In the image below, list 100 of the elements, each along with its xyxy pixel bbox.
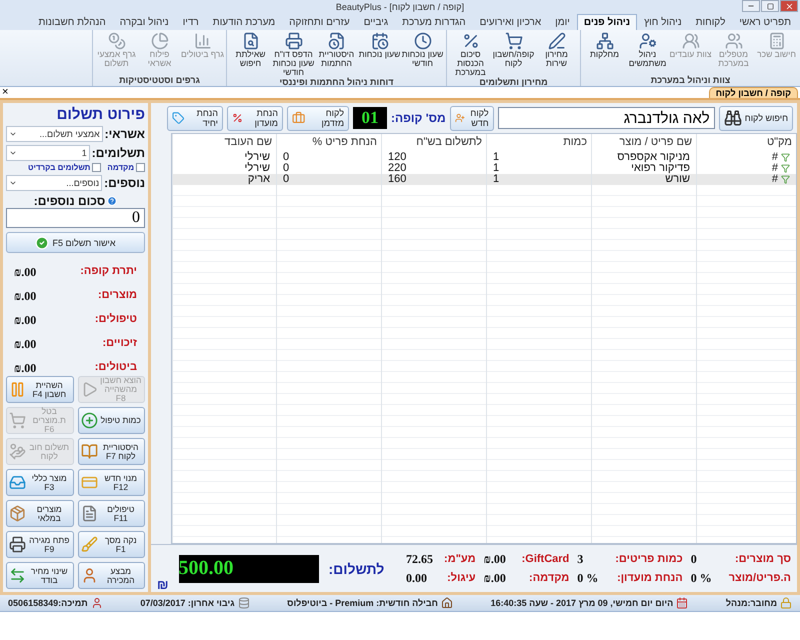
total-value: ₪.00: [14, 265, 38, 280]
cart-icon: [9, 412, 26, 429]
confirm-payment-button[interactable]: אישור תשלום F5: [6, 232, 145, 253]
action-button[interactable]: השהיית חשבון F4: [6, 376, 74, 403]
group-title: גרפים וסטטיסטיקות: [118, 75, 201, 86]
maximize-button[interactable]: [761, 0, 779, 12]
summary-label: הנחת מועדון:: [617, 572, 683, 584]
currency-sign: ₪: [157, 577, 168, 592]
document-search-icon: [242, 32, 260, 50]
ribbon-button[interactable]: הדפס דו"ח שעון נוכחות חודשי: [272, 30, 315, 77]
action-button[interactable]: היסטוריית לקוח F7: [78, 438, 145, 465]
menu-tab[interactable]: ניהול פנים: [576, 14, 638, 30]
table-cell: מניקור אקספרס: [617, 152, 690, 163]
summary-value: 0 %: [690, 570, 713, 586]
table-cell: 1: [493, 174, 500, 185]
pen-icon: [548, 32, 566, 50]
ribbon-button[interactable]: קופה/חשבון לקוח: [492, 30, 535, 77]
total-value: ₪.00: [14, 313, 38, 328]
minimize-button[interactable]: [742, 0, 760, 12]
status-text: חבילה חודשית: Premium - ביוטיפלוס: [287, 598, 438, 608]
total-display: 500.00: [178, 554, 318, 582]
table-cell: 0: [283, 152, 290, 163]
table-cell: 120: [388, 152, 406, 163]
menu-tab[interactable]: ניהול חוץ: [637, 14, 689, 30]
summary-label: סך מוצרים:: [735, 553, 791, 565]
field-label: סכום נוספים:: [34, 194, 106, 208]
calendar-icon: [676, 597, 688, 609]
search-customer-button[interactable]: חיפוש לקוח: [718, 106, 793, 130]
document-tab[interactable]: קופה / חשבון לקוח: [708, 87, 798, 98]
hierarchy-icon: [596, 32, 614, 50]
menu-tab[interactable]: יומן: [548, 14, 577, 30]
help-icon[interactable]: [107, 196, 118, 206]
toolbar-button[interactable]: הנחת מועדון: [227, 106, 283, 130]
table-cell: 1: [493, 152, 500, 163]
book-icon: [80, 443, 98, 460]
status-text: גיבוי אחרון: 07/03/2017: [140, 598, 235, 608]
action-button[interactable]: נקה מסך F1: [78, 531, 145, 558]
percent-icon: [462, 32, 480, 50]
summary-label: ה.פריט/מוצר: [728, 572, 791, 584]
ribbon-button[interactable]: שאילתת חיפוש: [229, 30, 272, 77]
field-label: תשלומים:: [92, 146, 145, 160]
customer-name-field[interactable]: לאה גולדנברג: [498, 107, 715, 129]
total-label: מוצרים:: [98, 289, 137, 303]
plus-circle-icon: [80, 412, 98, 429]
summary-label: עיגול:: [447, 572, 476, 584]
action-button[interactable]: מנוי חדש F12: [78, 469, 145, 496]
installments-spinner[interactable]: 1: [6, 145, 90, 161]
action-button[interactable]: מבצע המכירה: [78, 562, 145, 589]
summary-value: 0: [690, 552, 698, 566]
people-icon: [724, 32, 742, 50]
toolbar-button[interactable]: לקוח מזדמן: [287, 106, 349, 130]
action-button[interactable]: מוצר כללי F3: [6, 469, 74, 496]
menu-tab[interactable]: לקוחות: [688, 14, 732, 30]
ribbon-button[interactable]: סיכום הכנסות במערכת: [449, 30, 492, 77]
total-label: זיכויים:: [102, 337, 137, 351]
extras-dropdown[interactable]: נוספים...: [6, 175, 102, 191]
ribbon-button[interactable]: מחלקות: [583, 30, 626, 75]
menu-tab[interactable]: הגדרות מערכת: [395, 14, 473, 30]
total-label: ביטולים:: [94, 361, 137, 375]
close-button[interactable]: [780, 0, 798, 12]
menu-tab[interactable]: מערכת הודעות: [206, 14, 282, 30]
register-label: מס' קופה:: [391, 111, 446, 125]
table-cell: 220: [388, 163, 406, 174]
menu-tab[interactable]: הנהלת חשבונות: [32, 14, 113, 30]
menu-tab[interactable]: ארכיון ואירועים: [472, 14, 548, 30]
menu-tab[interactable]: ניהול ובקרה: [112, 14, 176, 30]
checkbox[interactable]: מקדמה: [107, 163, 145, 172]
menu-tab[interactable]: רדיו: [176, 14, 206, 30]
toolbar-button[interactable]: הנחת יחיד: [167, 106, 223, 130]
binoculars-icon: [724, 109, 742, 127]
total-value: ₪.00: [14, 289, 38, 304]
action-button[interactable]: כמות טיפול: [78, 407, 145, 434]
new-customer-button[interactable]: לקוח חדש: [450, 106, 494, 130]
ribbon-button[interactable]: מחירון שירות: [535, 30, 578, 77]
checkbox[interactable]: תשלומים בקרדיט: [28, 163, 102, 172]
payment-method-dropdown[interactable]: אמצעי תשלום...: [6, 126, 103, 142]
action-button[interactable]: טיפולים F11: [78, 500, 145, 527]
people-icon: [682, 32, 700, 50]
filter-icon: [781, 153, 790, 162]
extras-sum-field[interactable]: 0: [6, 208, 145, 228]
menu-tab[interactable]: עזרים ותחזוקה: [282, 14, 357, 30]
summary-value: 0.00: [406, 570, 428, 586]
action-button[interactable]: פתח מגירה F9: [6, 531, 74, 558]
ribbon-button[interactable]: שעון נוכחות חודשי: [401, 30, 444, 77]
action-button[interactable]: שינוי מחיר בודד: [6, 562, 74, 589]
user-gear-icon: [638, 32, 656, 50]
calculator-icon: [768, 32, 786, 50]
menu-tab[interactable]: גיביים: [356, 14, 396, 30]
ribbon-button[interactable]: ניהול משתמשים: [626, 30, 669, 75]
total-label: טיפולים:: [94, 313, 137, 327]
table-cell: #: [772, 163, 778, 174]
ribbon-button[interactable]: היסטוריית החתמות: [315, 30, 358, 77]
close-button[interactable]: ×: [2, 87, 8, 98]
database-icon: [238, 597, 250, 609]
group-title: מחירון ותשלומים: [478, 77, 549, 88]
ribbon-button[interactable]: שעון נוכחות: [358, 30, 401, 77]
register-number: 01: [353, 107, 387, 129]
menu-tab[interactable]: תפריט ראשי: [732, 14, 798, 30]
action-button[interactable]: מוצרים במלאי: [6, 500, 74, 527]
summary-label: מקדמה:: [529, 572, 570, 584]
